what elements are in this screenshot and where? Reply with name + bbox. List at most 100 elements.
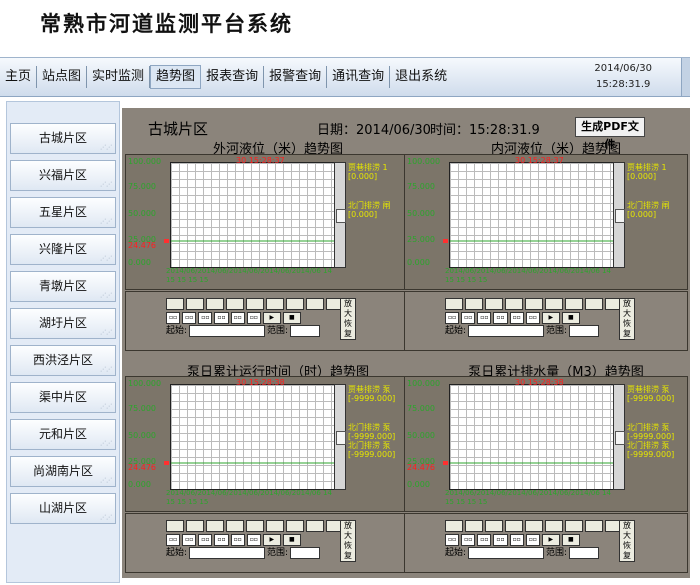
vertical-scrollbar[interactable] xyxy=(334,162,346,268)
time-spin-field[interactable]: ▫▫ xyxy=(477,534,492,546)
sidebar-item-wuxing[interactable]: 五星片区 ⋰⋰ xyxy=(10,197,116,228)
sidebar-item-quzhong[interactable]: 渠中片区 ⋰⋰ xyxy=(10,382,116,413)
nav-ctrl-button[interactable] xyxy=(465,298,483,310)
zoom-restore-button[interactable]: 放大恢复 xyxy=(619,520,635,562)
nav-ctrl-button[interactable] xyxy=(445,520,463,532)
time-spin-field[interactable]: ▫▫ xyxy=(166,534,181,546)
start-time-field[interactable] xyxy=(189,325,266,337)
time-spin-field[interactable]: ▫▫ xyxy=(445,534,460,546)
scroll-thumb[interactable] xyxy=(336,209,346,223)
vertical-scrollbar[interactable] xyxy=(613,162,625,268)
nav-home[interactable]: 主页 xyxy=(0,66,38,88)
start-time-field[interactable] xyxy=(189,547,266,559)
scroll-thumb[interactable] xyxy=(615,209,625,223)
time-spin-field[interactable]: ▫▫ xyxy=(198,312,213,324)
generate-pdf-button[interactable]: 生成PDF文件 xyxy=(575,117,645,151)
range-field[interactable] xyxy=(569,547,600,559)
nav-ctrl-button[interactable] xyxy=(465,520,483,532)
sidebar-item-huwei[interactable]: 湖圩片区 ⋰⋰ xyxy=(10,308,116,339)
play-button[interactable]: ▶ xyxy=(541,312,560,324)
nav-realtime[interactable]: 实时监测 xyxy=(87,66,151,88)
time-spin-field[interactable]: ▫▫ xyxy=(182,312,197,324)
sidebar-item-qingdun[interactable]: 青墩片区 ⋰⋰ xyxy=(10,271,116,302)
time-spin-field[interactable]: ▫▫ xyxy=(214,534,229,546)
time-spin-field[interactable]: ▫▫ xyxy=(246,534,261,546)
nav-ctrl-button[interactable] xyxy=(166,298,184,310)
nav-exit[interactable]: 退出系统 xyxy=(390,66,452,88)
stop-button[interactable]: ■ xyxy=(282,312,301,324)
vertical-scrollbar[interactable] xyxy=(613,384,625,490)
nav-ctrl-button[interactable] xyxy=(585,520,603,532)
time-spin-field[interactable]: ▫▫ xyxy=(214,312,229,324)
sidebar-item-xihongjing[interactable]: 西洪泾片区 ⋰⋰ xyxy=(10,345,116,376)
nav-ctrl-button[interactable] xyxy=(166,520,184,532)
time-spin-field[interactable]: ▫▫ xyxy=(509,312,524,324)
nav-ctrl-button[interactable] xyxy=(226,520,244,532)
nav-ctrl-button[interactable] xyxy=(565,298,583,310)
time-spin-field[interactable]: ▫▫ xyxy=(477,312,492,324)
nav-ctrl-button[interactable] xyxy=(226,298,244,310)
stop-button[interactable]: ■ xyxy=(561,534,580,546)
nav-ctrl-button[interactable] xyxy=(266,520,284,532)
nav-ctrl-button[interactable] xyxy=(585,298,603,310)
stop-button[interactable]: ■ xyxy=(561,312,580,324)
time-spin-field[interactable]: ▫▫ xyxy=(509,534,524,546)
zoom-restore-button[interactable]: 放大恢复 xyxy=(340,520,356,562)
nav-ctrl-button[interactable] xyxy=(525,520,543,532)
vertical-scrollbar[interactable] xyxy=(334,384,346,490)
time-spin-field[interactable]: ▫▫ xyxy=(493,534,508,546)
time-spin-field[interactable]: ▫▫ xyxy=(198,534,213,546)
nav-alarm[interactable]: 报警查询 xyxy=(264,66,328,88)
nav-site-map[interactable]: 站点图 xyxy=(37,66,88,88)
nav-trend[interactable]: 趋势图 xyxy=(150,65,202,89)
sidebar-item-xingfu[interactable]: 兴福片区 ⋰⋰ xyxy=(10,160,116,191)
time-spin-field[interactable]: ▫▫ xyxy=(525,312,540,324)
time-spin-field[interactable]: ▫▫ xyxy=(246,312,261,324)
time-spin-field[interactable]: ▫▫ xyxy=(461,534,476,546)
range-field[interactable] xyxy=(569,325,600,337)
sidebar-item-shanghunan[interactable]: 尚湖南片区 ⋰⋰ xyxy=(10,456,116,487)
time-spin-field[interactable]: ▫▫ xyxy=(182,534,197,546)
nav-ctrl-button[interactable] xyxy=(545,520,563,532)
nav-ctrl-button[interactable] xyxy=(246,298,264,310)
sidebar-item-gucheng[interactable]: 古城片区 ⋰⋰ xyxy=(10,123,116,154)
play-button[interactable]: ▶ xyxy=(262,534,281,546)
range-field[interactable] xyxy=(290,547,321,559)
range-field[interactable] xyxy=(290,325,321,337)
nav-report[interactable]: 报表查询 xyxy=(201,66,265,88)
sidebar-item-shanhu[interactable]: 山湖片区 ⋰⋰ xyxy=(10,493,116,524)
nav-ctrl-button[interactable] xyxy=(186,298,204,310)
nav-comm[interactable]: 通讯查询 xyxy=(327,66,391,88)
time-spin-field[interactable]: ▫▫ xyxy=(493,312,508,324)
time-spin-field[interactable]: ▫▫ xyxy=(166,312,181,324)
nav-ctrl-button[interactable] xyxy=(485,520,503,532)
nav-ctrl-button[interactable] xyxy=(525,298,543,310)
nav-ctrl-button[interactable] xyxy=(206,520,224,532)
play-button[interactable]: ▶ xyxy=(541,534,560,546)
nav-ctrl-button[interactable] xyxy=(545,298,563,310)
time-spin-field[interactable]: ▫▫ xyxy=(445,312,460,324)
time-spin-field[interactable]: ▫▫ xyxy=(525,534,540,546)
play-button[interactable]: ▶ xyxy=(262,312,281,324)
nav-ctrl-button[interactable] xyxy=(445,298,463,310)
nav-ctrl-button[interactable] xyxy=(306,520,324,532)
scroll-thumb[interactable] xyxy=(336,431,346,445)
start-time-field[interactable] xyxy=(468,547,545,559)
scroll-thumb[interactable] xyxy=(615,431,625,445)
nav-ctrl-button[interactable] xyxy=(505,298,523,310)
time-spin-field[interactable]: ▫▫ xyxy=(230,534,245,546)
nav-ctrl-button[interactable] xyxy=(485,298,503,310)
zoom-restore-button[interactable]: 放大恢复 xyxy=(340,298,356,340)
nav-ctrl-button[interactable] xyxy=(286,298,304,310)
time-spin-field[interactable]: ▫▫ xyxy=(461,312,476,324)
nav-ctrl-button[interactable] xyxy=(246,520,264,532)
nav-ctrl-button[interactable] xyxy=(206,298,224,310)
start-time-field[interactable] xyxy=(468,325,545,337)
nav-ctrl-button[interactable] xyxy=(505,520,523,532)
sidebar-item-yuanhe[interactable]: 元和片区 ⋰⋰ xyxy=(10,419,116,450)
nav-ctrl-button[interactable] xyxy=(286,520,304,532)
nav-ctrl-button[interactable] xyxy=(306,298,324,310)
zoom-restore-button[interactable]: 放大恢复 xyxy=(619,298,635,340)
stop-button[interactable]: ■ xyxy=(282,534,301,546)
time-spin-field[interactable]: ▫▫ xyxy=(230,312,245,324)
